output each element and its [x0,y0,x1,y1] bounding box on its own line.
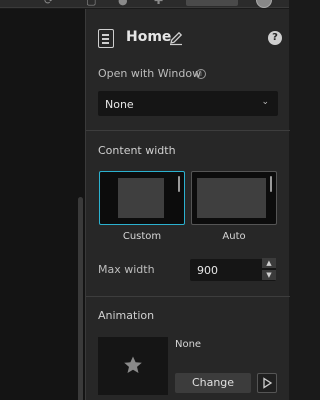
animation-preview [98,337,168,395]
avatar[interactable] [256,0,272,8]
page-icon [98,29,114,48]
open-with-window-label: Open with Window [98,67,202,80]
play-icon [263,377,273,389]
width-option-custom-label: Custom [122,231,162,242]
help-icon[interactable]: ? [268,31,282,45]
width-option-auto-label: Auto [222,231,246,242]
top-toolbar: ⟳ ▢ ● ✚ [0,0,289,8]
divider [86,130,290,131]
canvas-area [0,9,85,400]
play-button[interactable] [257,373,277,393]
canvas-scrollbar[interactable] [78,197,83,400]
toolbar-tool-icon[interactable]: ⟳ [44,0,53,7]
max-width-value: 900 [197,264,218,277]
toolbar-tool-icon[interactable]: ● [118,0,128,7]
change-animation-button[interactable]: Change [175,373,251,393]
edit-pencil-icon[interactable] [168,30,184,46]
settings-panel: Home ? Open with Window i None ⌄ Content… [85,9,290,400]
divider [86,296,290,297]
toolbar-tool-icon[interactable]: ▢ [86,0,96,7]
open-with-window-value: None [105,98,134,111]
width-option-custom[interactable] [99,171,185,225]
panel-header: Home ? [86,9,290,55]
animation-value: None [175,339,202,350]
width-option-auto[interactable] [191,171,277,225]
chevron-down-icon: ⌄ [261,97,269,107]
toolbar-tool-icon[interactable]: ✚ [154,0,163,7]
star-icon [124,356,142,373]
info-icon[interactable]: i [196,69,206,79]
toolbar-button[interactable] [186,0,238,6]
content-width-title: Content width [98,144,176,157]
page-title: Home [126,29,172,45]
max-width-label: Max width [98,263,155,276]
spin-down-icon[interactable]: ▼ [262,270,276,280]
animation-title: Animation [98,309,155,322]
open-with-window-select[interactable]: None ⌄ [98,91,278,116]
spin-up-icon[interactable]: ▲ [262,258,276,268]
